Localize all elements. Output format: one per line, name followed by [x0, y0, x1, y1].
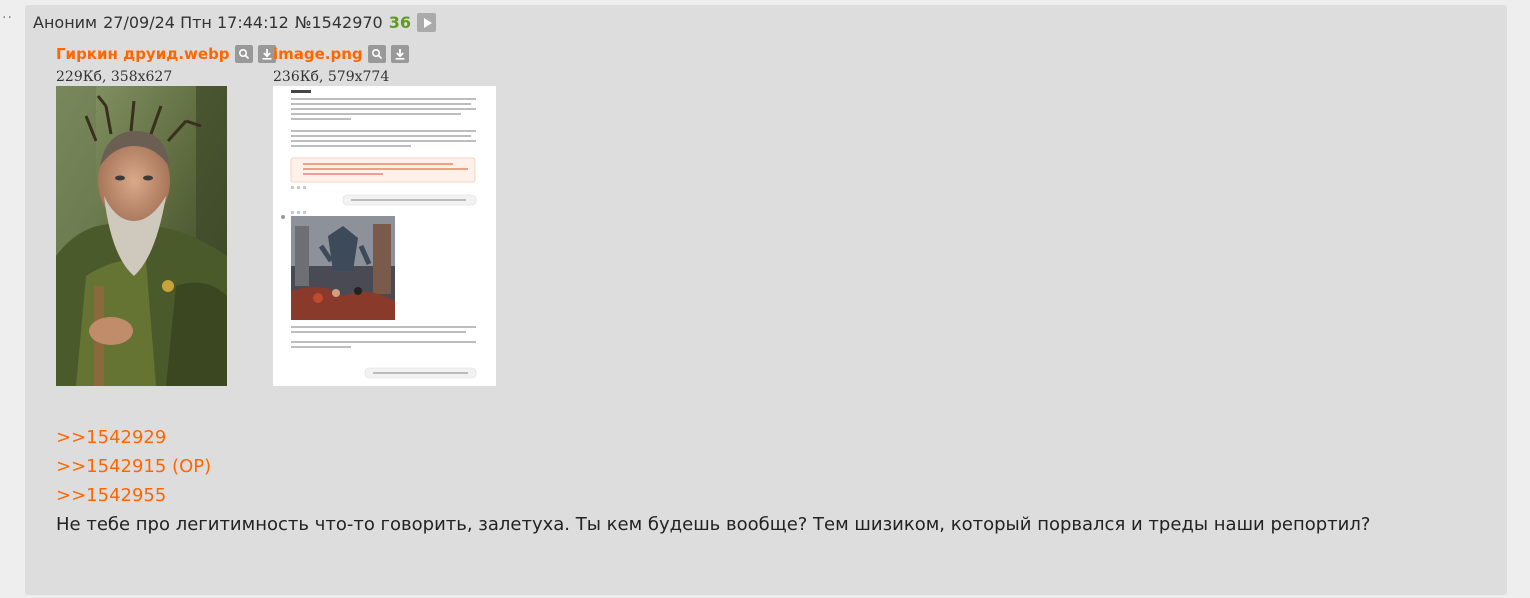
- file-2: image.png 236Кб, 579x774: [273, 43, 496, 386]
- post-date: 27/09/24 Птн 17:44:12: [103, 13, 289, 32]
- post: Аноним 27/09/24 Птн 17:44:12 №1542970 36…: [25, 5, 1507, 595]
- download-icon[interactable]: [390, 45, 409, 63]
- file-2-name-link[interactable]: image.png: [273, 45, 363, 63]
- search-icon[interactable]: [234, 45, 253, 63]
- file-1-name-link[interactable]: Гиркин друид.webp: [56, 45, 230, 63]
- post-message: Не тебе про легитимность что-то говорить…: [56, 514, 1371, 535]
- file-1: Гиркин друид.webp 229Кб, 358x627: [56, 43, 276, 386]
- search-icon[interactable]: [367, 45, 386, 63]
- post-header: Аноним 27/09/24 Птн 17:44:12 №1542970 36: [33, 13, 436, 32]
- file-2-meta: 236Кб, 579x774: [273, 69, 390, 85]
- file-2-thumbnail[interactable]: [273, 86, 496, 386]
- play-icon[interactable]: [417, 13, 436, 32]
- poster-name: Аноним: [33, 13, 98, 32]
- file-1-meta: 229Кб, 358x627: [56, 69, 173, 85]
- reply-link[interactable]: >>1542955: [56, 481, 211, 510]
- file-1-thumbnail[interactable]: [56, 86, 227, 386]
- reply-references: >>1542929 >>1542915 (OP) >>1542955: [56, 423, 211, 510]
- reply-link-op[interactable]: >>1542915 (OP): [56, 452, 211, 481]
- reply-link[interactable]: >>1542929: [56, 423, 211, 452]
- reply-count[interactable]: 36: [389, 13, 411, 32]
- post-number[interactable]: №1542970: [295, 13, 383, 32]
- post-menu-dots[interactable]: ··: [2, 10, 13, 26]
